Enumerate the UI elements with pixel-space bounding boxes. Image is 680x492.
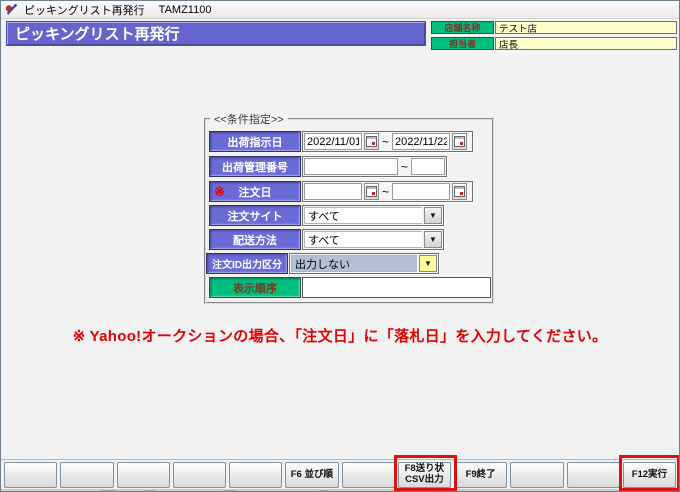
manager-value: 店長 [495, 37, 677, 51]
ship-date-label: 出荷指示日 [209, 131, 301, 152]
order-id-output-value: 出力しない [291, 255, 417, 272]
order-date-to-input[interactable] [392, 183, 451, 200]
yahoo-auction-note: ※ Yahoo!オークションの場合、「注文日」に「落札日」を入力してください。 [72, 328, 608, 345]
calendar-icon [366, 186, 377, 197]
function-bar-separator [1, 459, 679, 460]
range-separator: ~ [382, 134, 390, 149]
f3-button[interactable] [116, 462, 170, 488]
delivery-method-dropdown[interactable]: すべて ▼ [302, 229, 444, 250]
f7-button[interactable] [341, 462, 395, 488]
chevron-down-icon[interactable]: ▼ [419, 255, 437, 272]
range-separator: ~ [400, 159, 408, 174]
calendar-icon [366, 136, 377, 147]
f12-execute-button[interactable]: F12実行 [622, 462, 676, 488]
manager-label: 担当者 [431, 37, 494, 50]
title-bar: ピッキングリスト再発行 TAMZ1100 [1, 1, 679, 19]
window-code: TAMZ1100 [158, 3, 212, 16]
chevron-down-icon[interactable]: ▼ [424, 231, 442, 248]
chevron-down-icon[interactable]: ▼ [424, 207, 442, 224]
app-window: ピッキングリスト再発行 TAMZ1100 ピッキングリスト再発行 店舗名称 テス… [0, 0, 680, 492]
order-id-output-dropdown[interactable]: 出力しない ▼ [289, 253, 439, 274]
ship-date-from-calendar-button[interactable] [364, 133, 379, 150]
f10-button[interactable] [510, 462, 564, 488]
order-site-label: 注文サイト [209, 205, 301, 226]
order-site-value: すべて [304, 207, 422, 224]
ship-number-label: 出荷管理番号 [209, 156, 301, 177]
order-date-range: ~ [302, 181, 473, 202]
calendar-icon [454, 136, 466, 147]
order-site-dropdown[interactable]: すべて ▼ [302, 205, 444, 226]
required-mark: ※ [214, 184, 225, 199]
f4-button[interactable] [172, 462, 226, 488]
ship-number-from-input[interactable] [304, 158, 398, 175]
order-id-output-label: 注文ID出力区分 [206, 253, 288, 274]
window-title: ピッキングリスト再発行 [24, 4, 145, 17]
function-bar: F6 並び順 F8送り状 CSV出力 F9終了 F12実行 [4, 462, 676, 488]
order-date-from-input[interactable] [304, 183, 362, 200]
order-date-label: ※ 注文日 [209, 181, 301, 202]
f6-sort-order-button[interactable]: F6 並び順 [285, 462, 339, 488]
order-date-label-text: 注文日 [238, 186, 272, 199]
ship-date-from-input[interactable] [304, 133, 362, 150]
page-title: ピッキングリスト再発行 [6, 21, 426, 46]
order-date-to-calendar-button[interactable] [452, 183, 468, 200]
f9-exit-button[interactable]: F9終了 [454, 462, 508, 488]
store-name-value: テスト店 [495, 21, 677, 35]
f5-button[interactable] [229, 462, 283, 488]
ship-number-range: ~ [302, 156, 447, 177]
display-order-input[interactable] [302, 277, 491, 298]
order-date-from-calendar-button[interactable] [364, 183, 379, 200]
app-logo-icon [5, 3, 18, 15]
display-order-label: 表示順序 [209, 277, 301, 298]
ship-number-to-input[interactable] [411, 158, 445, 175]
store-name-label: 店舗名称 [431, 21, 494, 34]
range-separator: ~ [382, 184, 390, 199]
conditions-group-title: <<条件指定>> [210, 111, 288, 127]
f2-button[interactable] [60, 462, 114, 488]
ship-date-range: ~ [302, 131, 473, 152]
f1-button[interactable] [4, 462, 58, 488]
ship-date-to-calendar-button[interactable] [452, 133, 468, 150]
f8-shipping-label-csv-button[interactable]: F8送り状 CSV出力 [397, 462, 451, 488]
calendar-icon [454, 186, 466, 197]
delivery-method-label: 配送方法 [209, 229, 301, 250]
f11-button[interactable] [566, 462, 620, 488]
delivery-method-value: すべて [304, 231, 422, 248]
ship-date-to-input[interactable] [392, 133, 451, 150]
